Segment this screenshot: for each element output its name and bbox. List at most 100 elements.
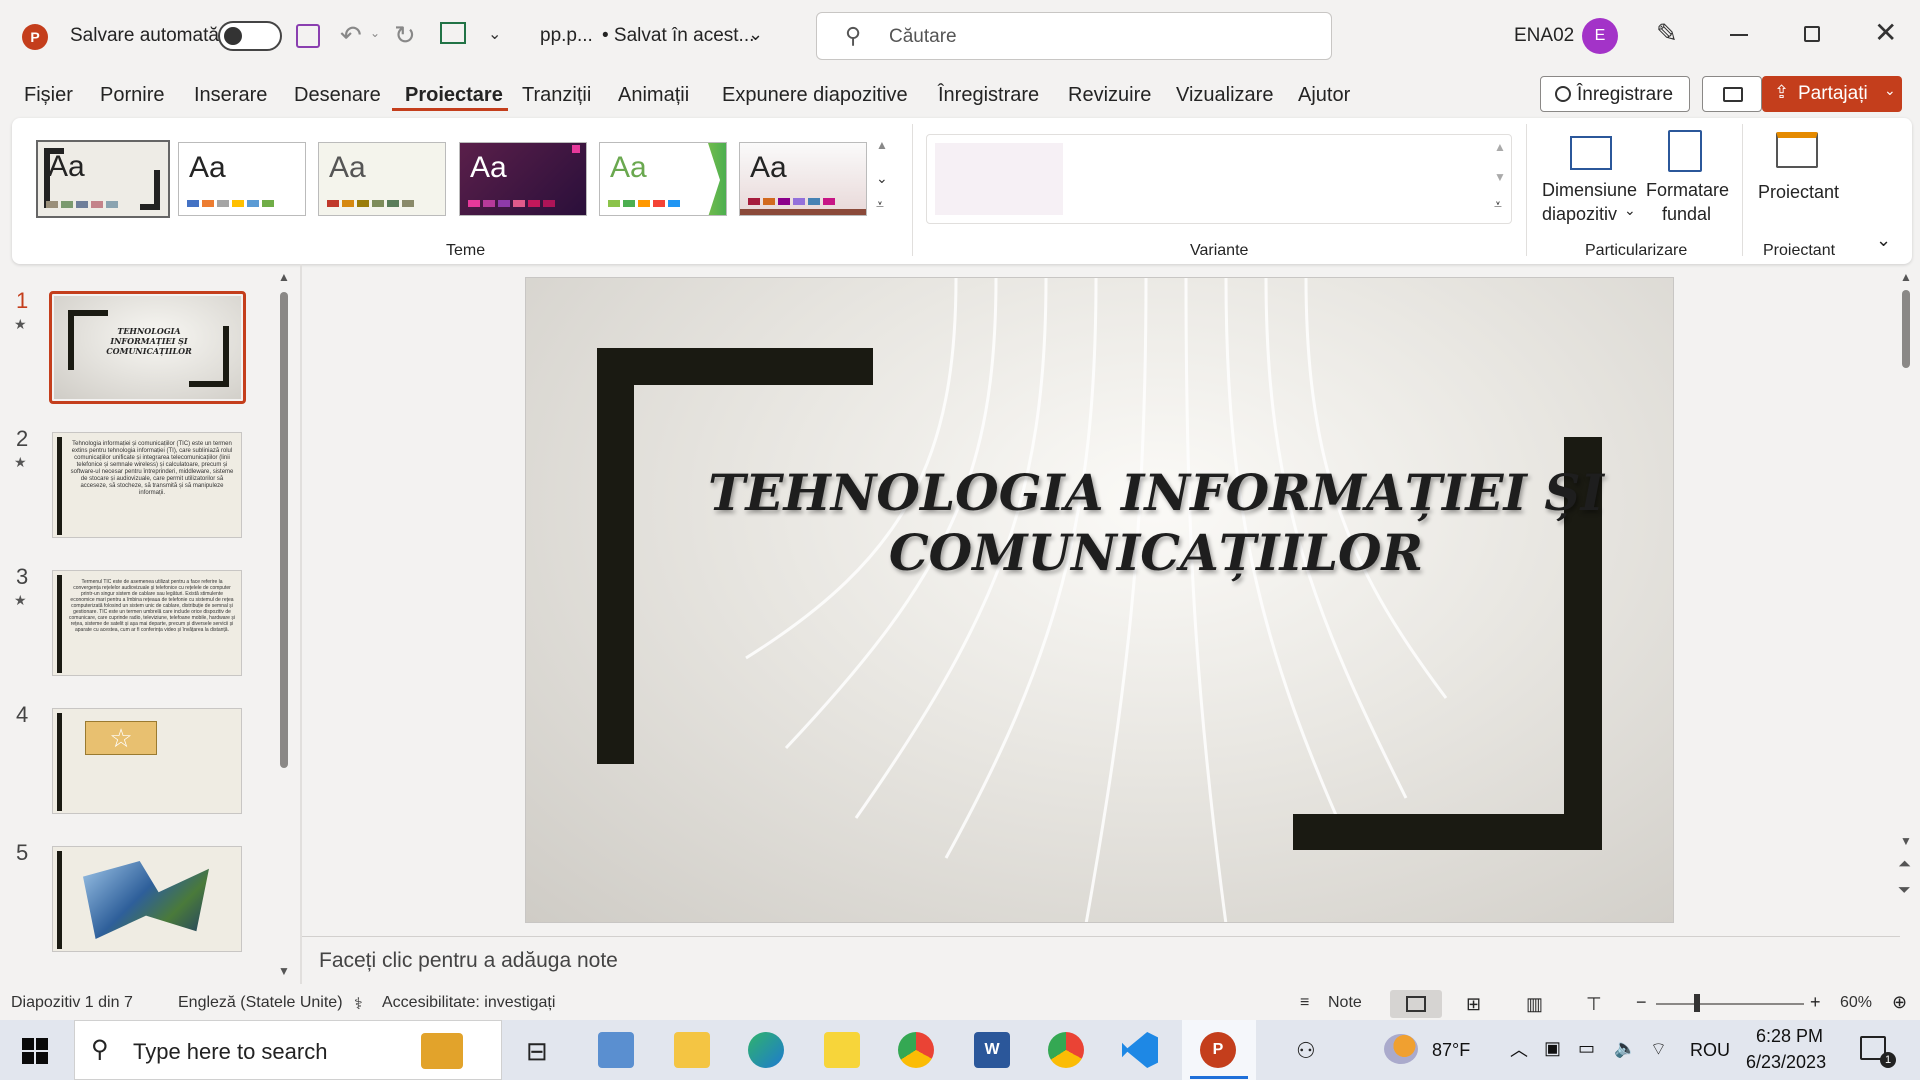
slide-size-chevron-icon[interactable]: ⌄ — [1624, 202, 1636, 219]
collapse-ribbon-icon[interactable]: ⌄ — [1876, 230, 1891, 251]
fit-to-window-icon[interactable]: ⊕ — [1892, 992, 1907, 1013]
tab-home[interactable]: Pornire — [100, 84, 164, 107]
notes-icon[interactable]: ≡ — [1300, 994, 1309, 1012]
task-view-icon[interactable]: ⊟ — [526, 1036, 548, 1067]
slide-thumbnail-3[interactable]: Termenul TIC este de asemenea utilizat p… — [52, 570, 242, 676]
format-bg-label-2[interactable]: fundal — [1662, 202, 1711, 226]
file-name[interactable]: pp.p... — [540, 25, 593, 47]
share-chevron-icon[interactable]: ⌄ — [1884, 82, 1896, 99]
variants-more-icon[interactable]: ⩡ — [1494, 196, 1502, 213]
pane-divider[interactable] — [300, 264, 302, 984]
tray-device-icon[interactable]: ▣ — [1544, 1038, 1561, 1059]
variants-scroll-down-icon[interactable]: ▼ — [1494, 170, 1506, 184]
accessibility-status[interactable]: Accesibilitate: investigați — [382, 994, 555, 1012]
slide-size-label-1[interactable]: Dimensiune — [1542, 178, 1637, 202]
slideshow-view-icon[interactable]: ⊤ — [1586, 994, 1602, 1015]
file-menu-chevron-icon[interactable]: ⌄ — [748, 24, 763, 45]
language-status[interactable]: Engleză (Statele Unite) — [178, 994, 343, 1012]
redo-icon[interactable]: ↻ — [394, 20, 416, 51]
pen-icon[interactable]: ✎ — [1656, 18, 1678, 49]
zoom-out-icon[interactable]: − — [1636, 992, 1647, 1013]
theme-thumb-6[interactable]: Aa — [739, 142, 867, 216]
tab-design[interactable]: Proiectare — [405, 84, 503, 107]
themes-scroll-up-icon[interactable]: ▲ — [876, 138, 888, 152]
zoom-slider-thumb[interactable] — [1694, 994, 1700, 1012]
slide-title[interactable]: TEHNOLOGIA INFORMAȚIEI ȘI COMUNICAȚIILOR — [676, 463, 1636, 583]
variants-gallery[interactable] — [926, 134, 1512, 224]
restore-icon[interactable] — [1804, 26, 1820, 42]
notes-placeholder[interactable]: Faceți clic pentru a adăuga note — [319, 949, 618, 973]
tab-review[interactable]: Revizuire — [1068, 84, 1151, 107]
chrome-icon[interactable] — [898, 1032, 934, 1068]
designer-icon[interactable] — [1776, 132, 1818, 168]
editor-scroll-up-icon[interactable]: ▲ — [1900, 270, 1912, 284]
tab-draw[interactable]: Desenare — [294, 84, 381, 107]
share-button[interactable]: ⇪ Partajați ⌄ — [1762, 76, 1902, 112]
tab-record[interactable]: Înregistrare — [938, 84, 1039, 107]
zoom-level[interactable]: 60% — [1840, 994, 1872, 1012]
tab-view[interactable]: Vizualizare — [1176, 84, 1273, 107]
autosave-toggle[interactable] — [218, 21, 282, 51]
clock-time[interactable]: 6:28 PM — [1756, 1026, 1823, 1047]
slide-canvas[interactable]: TEHNOLOGIA INFORMAȚIEI ȘI COMUNICAȚIILOR — [525, 277, 1674, 923]
undo-icon[interactable]: ↶ — [340, 20, 362, 51]
volume-icon[interactable]: 🔈 — [1614, 1038, 1636, 1059]
thumbs-scroll-down-icon[interactable]: ▼ — [278, 964, 290, 978]
save-icon[interactable] — [296, 24, 320, 48]
theme-thumb-4[interactable]: Aa — [459, 142, 587, 216]
present-from-start-icon[interactable] — [440, 22, 466, 44]
reading-view-icon[interactable]: ▥ — [1526, 994, 1543, 1015]
save-status[interactable]: • Salvat în acest... — [602, 25, 754, 47]
thumbs-scroll-up-icon[interactable]: ▲ — [278, 270, 290, 284]
edge-icon[interactable] — [748, 1032, 784, 1068]
slide-thumbnail-4[interactable]: ☆ — [52, 708, 242, 814]
taskbar-search[interactable]: ⚲ Type here to search — [74, 1020, 502, 1080]
zoom-in-icon[interactable]: + — [1810, 992, 1821, 1013]
people-icon[interactable]: ⚇ — [1296, 1038, 1316, 1064]
user-name[interactable]: ENA02 — [1514, 25, 1574, 47]
previous-slide-icon[interactable]: ⏶ — [1898, 856, 1911, 874]
themes-scroll-down-icon[interactable]: ⌄ — [876, 170, 888, 187]
variant-placeholder[interactable] — [935, 143, 1063, 215]
clock-date[interactable]: 6/23/2023 — [1746, 1052, 1826, 1073]
record-button[interactable]: Înregistrare — [1540, 76, 1690, 112]
editor-scrollbar[interactable] — [1902, 290, 1910, 368]
thumbnails-scrollbar[interactable] — [280, 292, 288, 768]
avatar[interactable]: E — [1582, 18, 1618, 54]
close-icon[interactable]: ✕ — [1874, 16, 1897, 49]
tray-chevron-icon[interactable]: ︿ — [1510, 1036, 1528, 1062]
next-slide-icon[interactable]: ⏷ — [1898, 882, 1911, 900]
weather-temp[interactable]: 87°F — [1432, 1040, 1470, 1061]
theme-thumb-2[interactable]: Aa — [178, 142, 306, 216]
editor-scroll-down-icon[interactable]: ▼ — [1900, 834, 1912, 848]
word-icon[interactable]: W — [974, 1032, 1010, 1068]
format-bg-label-1[interactable]: Formatare — [1646, 178, 1729, 202]
theme-thumb-1[interactable]: Aa — [36, 140, 170, 218]
zoom-slider-track[interactable] — [1656, 1003, 1804, 1005]
format-background-icon[interactable] — [1668, 130, 1702, 172]
tab-transitions[interactable]: Tranziții — [522, 84, 591, 107]
input-language[interactable]: ROU — [1690, 1040, 1730, 1061]
tab-insert[interactable]: Inserare — [194, 84, 267, 107]
minimize-icon[interactable] — [1730, 34, 1748, 36]
themes-more-icon[interactable]: ⩡ — [876, 196, 884, 213]
designer-button-label[interactable]: Proiectant — [1758, 180, 1839, 204]
search-box[interactable]: ⚲ Căutare — [816, 12, 1332, 60]
tab-help[interactable]: Ajutor — [1298, 84, 1350, 107]
tab-slideshow[interactable]: Expunere diapozitive — [722, 84, 908, 107]
wifi-icon[interactable]: ⌔ — [1650, 1038, 1667, 1061]
sticky-notes-icon[interactable] — [824, 1032, 860, 1068]
theme-thumb-5[interactable]: Aa — [599, 142, 727, 216]
file-explorer-icon[interactable] — [674, 1032, 710, 1068]
tab-file[interactable]: Fișier — [24, 84, 73, 107]
slide-thumbnail-5[interactable] — [52, 846, 242, 952]
slide-sorter-icon[interactable]: ⊞ — [1466, 994, 1481, 1015]
customize-toolbar-icon[interactable]: ⌄ — [488, 24, 501, 44]
comments-button[interactable] — [1702, 76, 1762, 112]
slide-size-icon[interactable] — [1570, 136, 1612, 170]
start-button-icon[interactable] — [22, 1038, 48, 1064]
weather-icon[interactable] — [1384, 1034, 1418, 1064]
slide-thumbnail-2[interactable]: Tehnologia informației și comunicațiilor… — [52, 432, 242, 538]
battery-icon[interactable]: ▭ — [1578, 1038, 1595, 1059]
control-panel-icon[interactable] — [598, 1032, 634, 1068]
